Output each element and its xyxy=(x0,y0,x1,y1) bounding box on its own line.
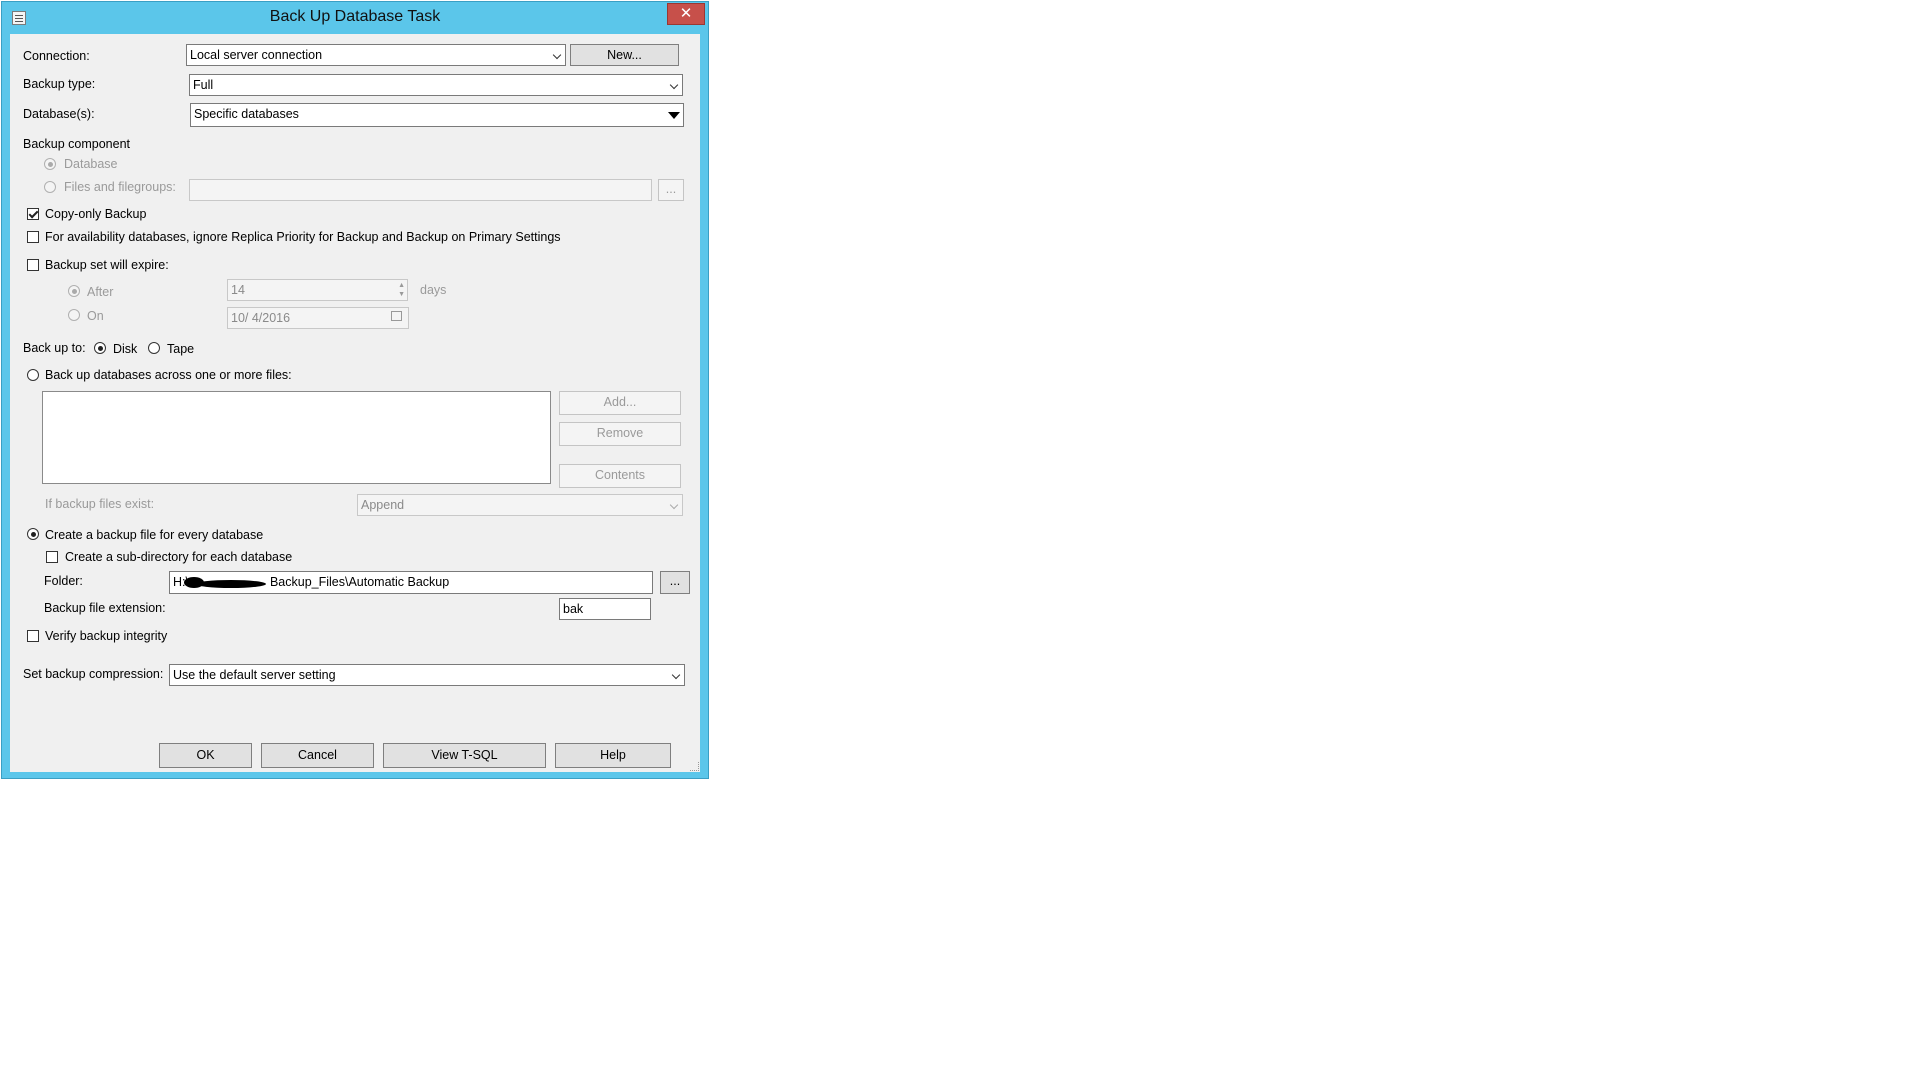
verify-label: Verify backup integrity xyxy=(45,629,168,643)
view-tsql-button[interactable]: View T-SQL xyxy=(383,743,546,768)
expire-after-label: After xyxy=(87,285,114,299)
folder-browse-button[interactable]: ... xyxy=(660,571,690,594)
expire-on-radio[interactable] xyxy=(68,309,80,321)
connection-combo[interactable]: Local server connection xyxy=(186,44,566,66)
expire-days-value: 14 xyxy=(231,283,245,297)
folder-suffix: Backup_Files\Automatic Backup xyxy=(269,575,450,589)
connection-value: Local server connection xyxy=(190,48,323,62)
databases-combo[interactable]: Specific databases xyxy=(190,103,684,127)
folder-input[interactable]: H:\ Backup_Files\Automatic Backup xyxy=(169,571,653,594)
verify-checkbox[interactable] xyxy=(27,630,39,642)
backup-to-label: Back up to: xyxy=(23,341,86,355)
expire-checkbox[interactable] xyxy=(27,259,39,271)
tape-radio[interactable] xyxy=(148,342,160,354)
files-filegroups-field[interactable] xyxy=(189,179,652,201)
cancel-button[interactable]: Cancel xyxy=(261,743,374,768)
expire-label: Backup set will expire: xyxy=(45,258,169,272)
extension-input[interactable]: bak xyxy=(559,598,651,620)
redaction-mark xyxy=(196,580,266,588)
folder-label: Folder: xyxy=(44,574,83,588)
calendar-icon xyxy=(391,311,402,321)
close-icon: ✕ xyxy=(679,5,693,22)
compression-value: Use the default server setting xyxy=(173,668,336,682)
if-exists-value: Append xyxy=(361,498,405,512)
disk-label: Disk xyxy=(113,342,138,356)
tape-label: Tape xyxy=(167,342,195,356)
expire-date-picker[interactable]: 10/ 4/2016 xyxy=(227,307,409,329)
expire-days-label: days xyxy=(420,283,447,297)
availability-label: For availability databases, ignore Repli… xyxy=(45,230,561,244)
chevron-down-icon xyxy=(669,80,679,90)
size-grip[interactable] xyxy=(690,762,699,771)
chevron-down-icon xyxy=(671,670,681,680)
contents-button[interactable]: Contents xyxy=(559,464,681,488)
if-exists-label: If backup files exist: xyxy=(45,497,155,511)
availability-checkbox[interactable] xyxy=(27,231,39,243)
spinner-icon: ▲ ▼ xyxy=(398,282,405,298)
chevron-down-icon xyxy=(669,500,679,510)
per-database-radio[interactable] xyxy=(27,528,39,540)
new-connection-button[interactable]: New... xyxy=(570,44,679,66)
databases-value: Specific databases xyxy=(194,107,299,121)
ok-button[interactable]: OK xyxy=(159,743,252,768)
expire-days-stepper[interactable]: 14 ▲ ▼ xyxy=(227,279,408,301)
help-button[interactable]: Help xyxy=(555,743,671,768)
chevron-down-icon xyxy=(552,50,562,60)
remove-file-button[interactable]: Remove xyxy=(559,422,681,446)
dropdown-arrow-icon xyxy=(668,112,680,119)
subdirectory-checkbox[interactable] xyxy=(46,551,58,563)
databases-label: Database(s): xyxy=(23,107,95,121)
disk-radio[interactable] xyxy=(94,342,106,354)
copy-only-label: Copy-only Backup xyxy=(45,207,147,221)
subdirectory-label: Create a sub-directory for each database xyxy=(65,550,293,564)
if-exists-combo[interactable]: Append xyxy=(357,494,683,516)
dialog-window: Back Up Database Task ✕ Connection: Loca… xyxy=(1,1,709,779)
add-file-button[interactable]: Add... xyxy=(559,391,681,415)
backup-type-value: Full xyxy=(193,78,214,92)
compression-combo[interactable]: Use the default server setting xyxy=(169,664,685,686)
across-files-label: Back up databases across one or more fil… xyxy=(45,368,292,382)
expire-date-value: 10/ 4/2016 xyxy=(231,311,291,325)
backup-type-label: Backup type: xyxy=(23,77,96,91)
backup-files-list[interactable] xyxy=(42,391,551,484)
backup-type-combo[interactable]: Full xyxy=(189,74,683,96)
expire-on-label: On xyxy=(87,309,104,323)
close-button[interactable]: ✕ xyxy=(667,3,705,25)
per-database-label: Create a backup file for every database xyxy=(45,528,264,542)
connection-label: Connection: xyxy=(23,49,90,63)
backup-component-label: Backup component xyxy=(23,137,131,151)
database-component-label: Database xyxy=(64,157,118,171)
database-component-radio[interactable] xyxy=(44,158,56,170)
files-component-label: Files and filegroups: xyxy=(64,180,176,194)
window-title: Back Up Database Task xyxy=(269,8,441,25)
files-component-radio[interactable] xyxy=(44,181,56,193)
copy-only-checkbox[interactable] xyxy=(27,208,39,220)
extension-label: Backup file extension: xyxy=(44,601,166,615)
compression-label: Set backup compression: xyxy=(23,667,164,681)
expire-after-radio[interactable] xyxy=(68,285,80,297)
files-browse-button[interactable]: ... xyxy=(658,179,684,201)
title-bar[interactable]: Back Up Database Task ✕ xyxy=(2,2,708,34)
dialog-client-area: Connection: Local server connection New.… xyxy=(10,34,700,772)
across-files-radio[interactable] xyxy=(27,369,39,381)
